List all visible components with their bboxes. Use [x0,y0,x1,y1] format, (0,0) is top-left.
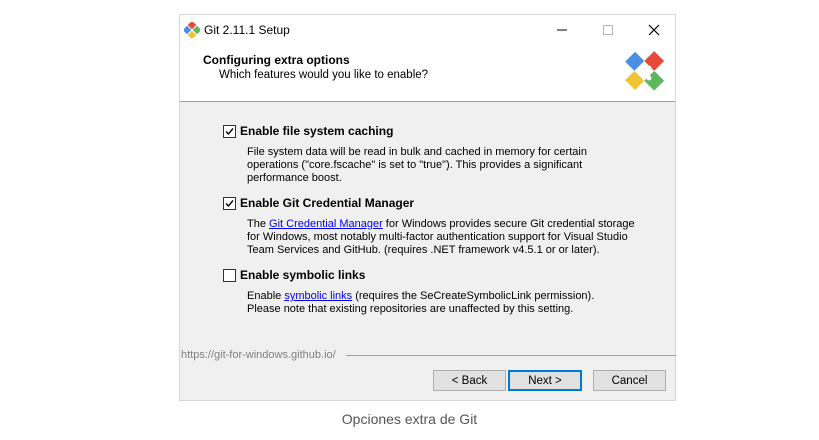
option-header: Enable symbolic links [223,267,663,283]
description-suffix: (requires the SeCreateSymbolicLink permi… [352,290,595,302]
credential-manager-link[interactable]: Git Credential Manager [269,218,383,230]
description-line: performance boost. [247,172,342,184]
symbolic-links-label[interactable]: Enable symbolic links [240,268,365,282]
description-line: The Git Credential Manager for Windows p… [247,218,647,231]
title-bar[interactable]: Git 2.11.1 Setup [180,15,675,45]
image-caption: Opciones extra de Git [341,411,478,427]
close-button[interactable] [631,15,677,45]
minimize-icon [557,29,567,31]
option-header: Enable Git Credential Manager [223,195,663,211]
back-button[interactable]: < Back [433,370,506,391]
setup-window: Git 2.11.1 Setup Configuring extra optio… [179,14,676,401]
page-subtitle: Which features would you like to enable? [219,69,429,81]
fscache-description: File system data will be read in bulk an… [247,146,647,185]
checkmark-icon [225,199,234,207]
git-logo-icon [625,51,665,91]
description-line: File system data will be read in bulk an… [247,146,587,158]
description-line: Team Services and GitHub. (requires .NET… [247,244,600,256]
symbolic-links-link[interactable]: symbolic links [284,290,352,302]
next-button[interactable]: Next > [508,370,582,391]
cancel-button[interactable]: Cancel [593,370,666,391]
credential-manager-description: The Git Credential Manager for Windows p… [247,218,647,257]
credential-manager-label[interactable]: Enable Git Credential Manager [240,196,414,210]
description-line: Please note that existing repositories a… [247,303,574,315]
footer-divider [346,355,676,356]
description-line: for Windows, most notably multi-factor a… [247,231,628,243]
option-file-system-caching: Enable file system caching File system d… [223,123,663,185]
minimize-button[interactable] [539,15,585,45]
page-title: Configuring extra options [203,53,350,67]
fscache-checkbox[interactable] [223,124,236,138]
credential-manager-checkbox[interactable] [223,196,236,210]
symbolic-links-checkbox[interactable] [223,268,236,282]
maximize-button[interactable] [585,15,631,45]
option-header: Enable file system caching [223,123,663,139]
maximize-icon [603,25,613,35]
git-app-icon [184,22,200,38]
description-suffix: for Windows provides secure Git credenti… [382,218,635,230]
wizard-header: Configuring extra options Which features… [180,45,675,102]
symbolic-links-description: Enable symbolic links (requires the SeCr… [247,290,647,316]
description-prefix: The [247,218,270,230]
option-symbolic-links: Enable symbolic links Enable symbolic li… [223,267,663,316]
description-prefix: Enable [247,290,285,302]
close-icon [648,24,660,36]
description-line: operations ("core.fscache" is set to "tr… [247,159,583,171]
window-title: Git 2.11.1 Setup [204,23,290,37]
checkmark-icon [225,127,234,135]
fscache-label[interactable]: Enable file system caching [240,124,393,138]
footer-url: https://git-for-windows.github.io/ [181,349,340,361]
page: Git 2.11.1 Setup Configuring extra optio… [0,0,819,440]
description-line: Enable symbolic links (requires the SeCr… [247,290,647,303]
option-credential-manager: Enable Git Credential Manager The Git Cr… [223,195,663,257]
